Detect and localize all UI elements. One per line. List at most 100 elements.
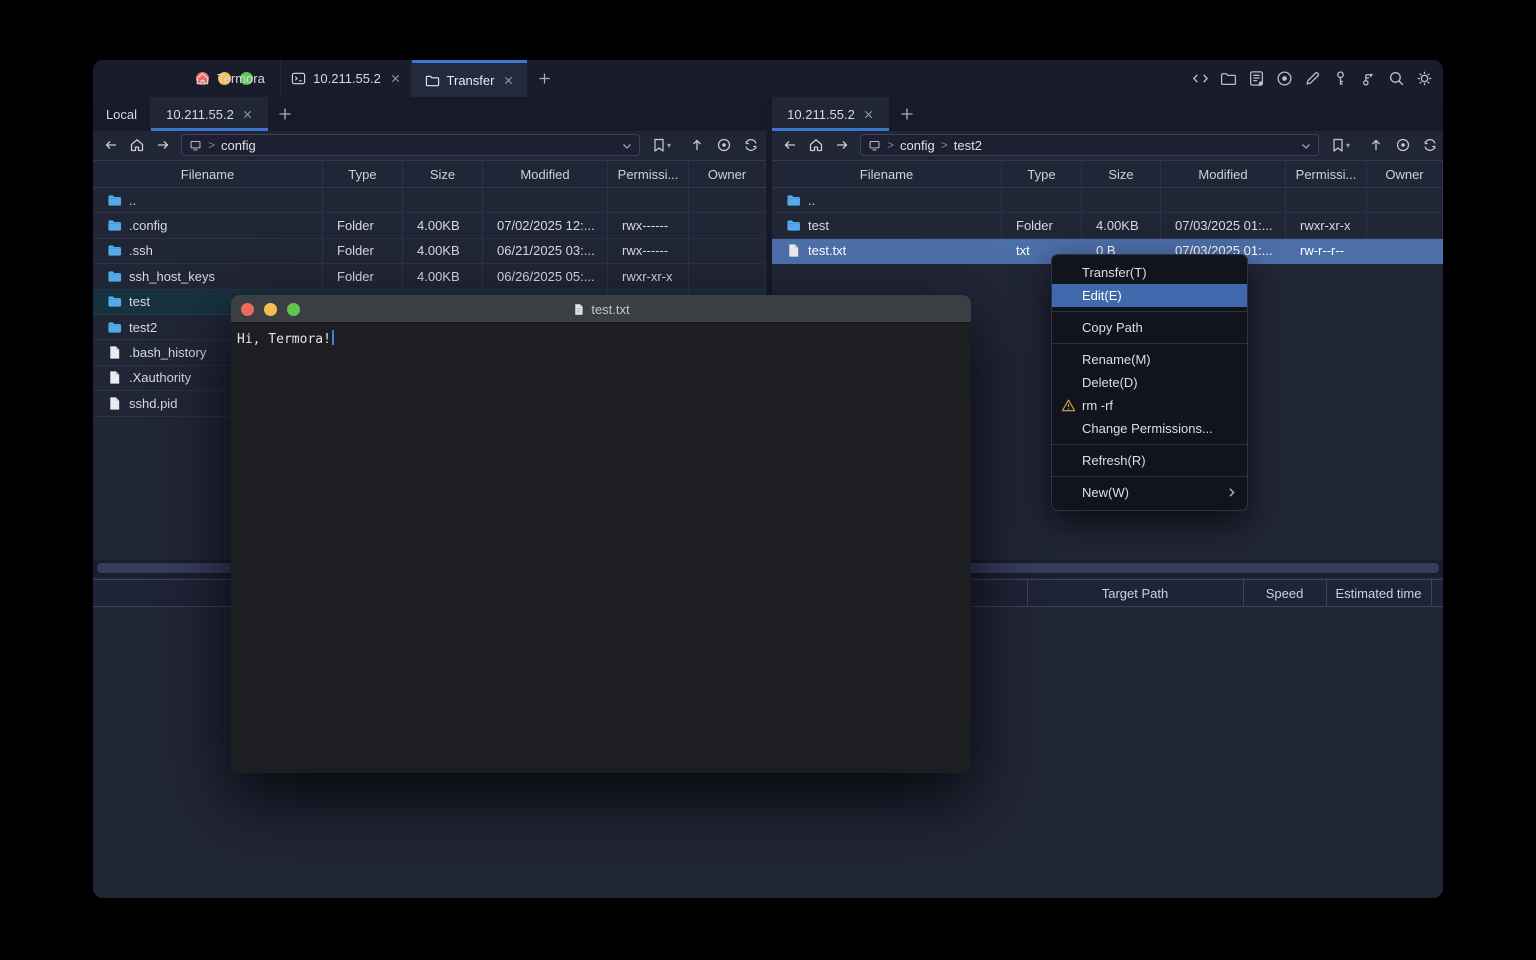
menu-item-rename[interactable]: Rename(M) — [1052, 348, 1247, 371]
bookmark-caret-icon[interactable]: ▾ — [667, 141, 671, 150]
right-connection-tabs: 10.211.55.2 — [772, 97, 1443, 131]
back-button[interactable] — [782, 137, 798, 153]
add-connection-button[interactable] — [899, 106, 915, 122]
key-button[interactable] — [1332, 70, 1349, 87]
settings-button[interactable] — [1416, 70, 1433, 87]
refresh-button[interactable] — [743, 137, 759, 153]
column-header[interactable]: Modified — [1161, 161, 1286, 187]
tab-local[interactable]: Local — [93, 97, 151, 131]
tab-transfer[interactable]: Transfer — [412, 60, 527, 97]
path-segment[interactable]: test2 — [954, 138, 982, 153]
editor-title-bar[interactable]: test.txt — [231, 295, 971, 323]
pencil-icon — [1304, 70, 1321, 87]
refresh-button[interactable] — [1422, 137, 1438, 153]
chevron-down-icon[interactable] — [621, 140, 633, 152]
show-hidden-button[interactable] — [716, 137, 732, 153]
log-button[interactable] — [1248, 70, 1265, 87]
column-header[interactable]: Size — [1082, 161, 1161, 187]
menu-item-new[interactable]: New(W) — [1052, 481, 1247, 504]
tab-remote-host[interactable]: 10.211.55.2 — [151, 97, 268, 131]
column-header[interactable]: Permissi... — [608, 161, 689, 187]
column-header[interactable]: Filename — [772, 161, 1002, 187]
key-icon — [1332, 70, 1349, 87]
search-button[interactable] — [1388, 70, 1405, 87]
table-row[interactable]: .. — [772, 188, 1443, 213]
filename: .. — [808, 193, 815, 208]
path-segment[interactable]: config — [900, 138, 935, 153]
path-separator: > — [208, 138, 215, 152]
folder-icon — [107, 243, 122, 258]
column-header[interactable]: Speed — [1243, 580, 1326, 606]
path-input[interactable]: > config > test2 — [860, 134, 1319, 156]
bookmark-button[interactable] — [1330, 137, 1346, 153]
right-nav-bar: > config > test2 ▾ — [772, 131, 1443, 160]
record-button[interactable] — [1276, 70, 1293, 87]
home-button[interactable] — [129, 137, 145, 153]
menu-separator — [1052, 444, 1247, 445]
filename: sshd.pid — [129, 396, 177, 411]
menu-item-rm-rf[interactable]: rm -rf — [1052, 394, 1247, 417]
close-tab-icon[interactable] — [242, 109, 253, 120]
host-icon — [868, 139, 881, 152]
file-icon — [786, 243, 801, 258]
table-row[interactable]: .ssh Folder 4.00KB 06/21/2025 03:... rwx… — [93, 239, 766, 264]
right-file-list: .. test Folder 4.00KB 07/03/2025 01:... … — [772, 188, 1443, 264]
table-row[interactable]: .. — [93, 188, 766, 213]
menu-item-delete[interactable]: Delete(D) — [1052, 371, 1247, 394]
close-tab-icon[interactable] — [503, 75, 514, 86]
column-header[interactable]: Modified — [483, 161, 608, 187]
forward-button[interactable] — [155, 137, 171, 153]
bookmark-caret-icon[interactable]: ▾ — [1346, 141, 1350, 150]
table-row[interactable]: test Folder 4.00KB 07/03/2025 01:... rwx… — [772, 213, 1443, 238]
tab-remote-host[interactable]: 10.211.55.2 — [772, 97, 889, 131]
path-input[interactable]: > config — [181, 134, 640, 156]
left-table-header: Filename Type Size Modified Permissi... … — [93, 160, 766, 188]
menu-item-change-permissions[interactable]: Change Permissions... — [1052, 417, 1247, 440]
filename: .bash_history — [129, 345, 206, 360]
keychain-button[interactable] — [1360, 70, 1377, 87]
home-button[interactable] — [808, 137, 824, 153]
folder-button[interactable] — [1220, 70, 1237, 87]
column-header[interactable]: Target Path — [1027, 580, 1243, 606]
editor-content[interactable]: Hi, Termora! — [231, 323, 971, 773]
table-row[interactable]: .config Folder 4.00KB 07/02/2025 12:... … — [93, 213, 766, 238]
left-connection-tabs: Local 10.211.55.2 — [93, 97, 766, 131]
menu-item-edit[interactable]: Edit(E) — [1052, 284, 1247, 307]
back-button[interactable] — [103, 137, 119, 153]
editor-window: test.txt Hi, Termora! — [231, 295, 971, 773]
plus-icon — [537, 71, 552, 86]
column-header[interactable]: Estimated time — [1326, 580, 1431, 606]
column-header[interactable]: Filename — [93, 161, 323, 187]
column-header[interactable]: Owner — [1367, 161, 1443, 187]
bookmark-button[interactable] — [651, 137, 667, 153]
edit-button[interactable] — [1304, 70, 1321, 87]
tab-label: 10.211.55.2 — [787, 107, 855, 122]
up-directory-button[interactable] — [689, 137, 705, 153]
add-connection-button[interactable] — [277, 106, 293, 122]
column-header[interactable]: Size — [403, 161, 483, 187]
file-icon — [107, 345, 122, 360]
column-header[interactable]: Type — [323, 161, 403, 187]
tab-termora[interactable]: Termora — [181, 60, 279, 97]
folder-icon — [107, 320, 122, 335]
filename: test — [129, 294, 150, 309]
close-tab-icon[interactable] — [390, 73, 401, 84]
column-header[interactable]: Type — [1002, 161, 1082, 187]
close-tab-icon[interactable] — [863, 109, 874, 120]
column-header[interactable]: Permissi... — [1286, 161, 1367, 187]
menu-item-copy-path[interactable]: Copy Path — [1052, 316, 1247, 339]
table-row[interactable]: ssh_host_keys Folder 4.00KB 06/26/2025 0… — [93, 264, 766, 289]
up-directory-button[interactable] — [1368, 137, 1384, 153]
forward-button[interactable] — [834, 137, 850, 153]
menu-item-refresh[interactable]: Refresh(R) — [1052, 449, 1247, 472]
text-cursor — [332, 330, 334, 345]
path-segment[interactable]: config — [221, 138, 256, 153]
show-hidden-button[interactable] — [1395, 137, 1411, 153]
column-header[interactable]: Owner — [689, 161, 766, 187]
warning-icon — [1061, 398, 1076, 413]
new-tab-button[interactable] — [531, 60, 557, 97]
tab-terminal-10-211-55-2[interactable]: 10.211.55.2 — [281, 60, 411, 97]
chevron-down-icon[interactable] — [1300, 140, 1312, 152]
menu-item-transfer[interactable]: Transfer(T) — [1052, 261, 1247, 284]
code-snippets-button[interactable] — [1192, 70, 1209, 87]
